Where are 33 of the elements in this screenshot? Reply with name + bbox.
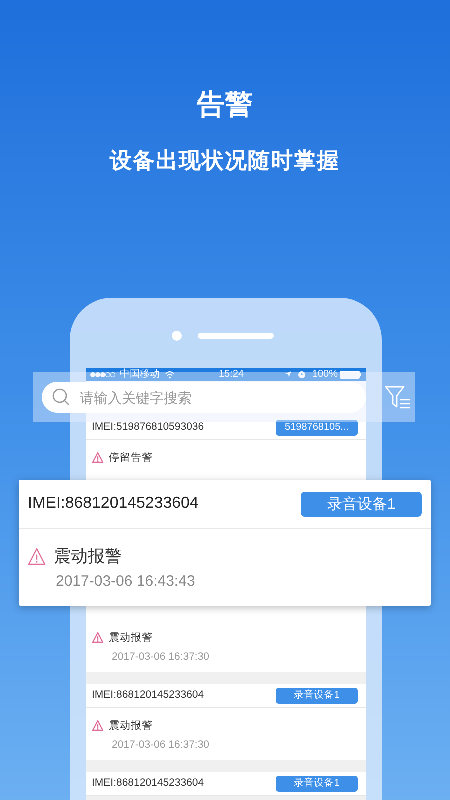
device-name-button[interactable]: 录音设备1 (276, 688, 358, 704)
imei-text: IMEI:868120145233604 (28, 494, 199, 514)
battery-percent: 100% (312, 368, 338, 381)
battery-icon (340, 370, 362, 378)
wifi-icon (165, 370, 175, 378)
page-title: 告警 (196, 88, 254, 122)
device-name-button[interactable]: 录音设备1 (301, 492, 422, 516)
alarm-title: 震动报警 (109, 631, 153, 646)
device-name-button[interactable]: 5198768105... (276, 420, 358, 436)
warning-icon (92, 632, 104, 644)
alarm-time: 2017-03-06 16:37:30 (111, 650, 210, 665)
alarm-title: 震动报警 (54, 546, 122, 568)
warning-icon (28, 548, 46, 566)
carrier-name: 中国移动 (120, 368, 160, 381)
warning-icon (92, 452, 104, 464)
page-subtitle: 设备出现状况随时掌握 (108, 147, 341, 175)
camera-dot (172, 331, 182, 341)
alarm-clock-icon (298, 370, 306, 378)
imei-text: IMEI:868120145233604 (92, 688, 204, 703)
search-icon (52, 388, 70, 406)
alarm-time: 2017-03-06 16:37:30 (111, 738, 210, 753)
alarm-title: 震动报警 (109, 719, 153, 734)
signal-icon (90, 372, 116, 378)
imei-text: IMEI:519876810593036 (92, 420, 204, 435)
status-time: 15:24 (219, 368, 244, 381)
alarm-time: 2017-03-06 16:43:43 (55, 572, 196, 592)
warning-icon (92, 720, 104, 732)
device-name-button[interactable]: 录音设备1 (276, 776, 358, 792)
location-arrow-icon (285, 371, 292, 378)
filter-icon[interactable] (385, 385, 411, 411)
search-field[interactable]: 请输入关键字搜索 (42, 382, 366, 413)
alarm-title: 停留告警 (109, 451, 153, 466)
imei-text: IMEI:868120145233604 (92, 776, 204, 791)
